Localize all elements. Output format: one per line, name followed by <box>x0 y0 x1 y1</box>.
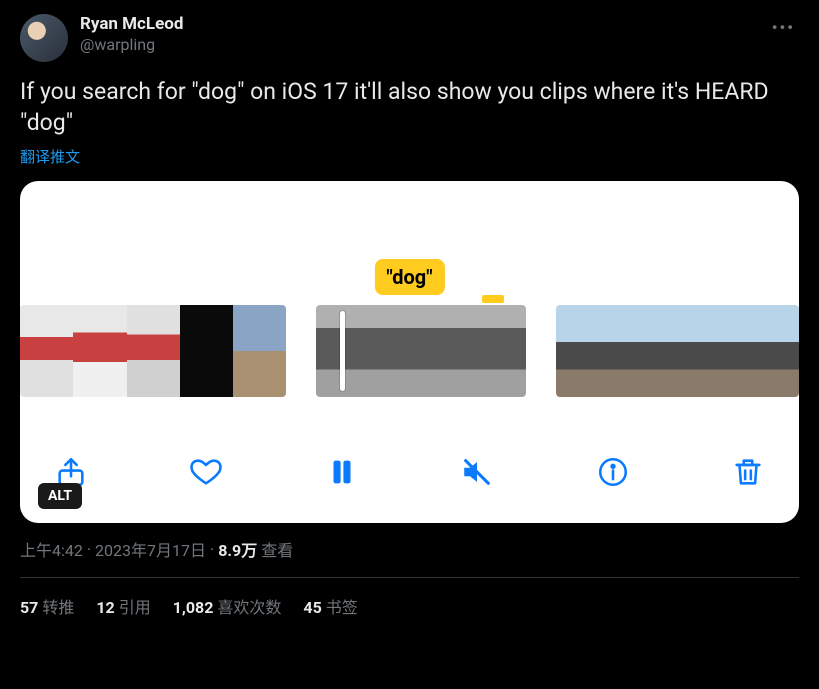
clip-frame <box>127 305 180 397</box>
author-block[interactable]: Ryan McLeod @warpling <box>80 14 183 55</box>
views-label: 查看 <box>261 537 293 561</box>
handle: @warpling <box>80 35 183 55</box>
media-toolbar <box>20 443 799 501</box>
clip-frame <box>653 305 702 397</box>
clip-group[interactable] <box>20 305 286 397</box>
tweet-date: 2023年7月17日 <box>95 537 206 561</box>
caption-chip: "dog" <box>374 259 444 295</box>
quotes-label: 引用 <box>119 598 151 617</box>
info-icon[interactable] <box>596 455 630 489</box>
translate-link[interactable]: 翻译推文 <box>20 146 80 167</box>
tweet-text: If you search for "dog" on iOS 17 it'll … <box>20 76 799 138</box>
clip-frame <box>180 305 233 397</box>
tweet-time: 上午4:42 <box>20 537 83 561</box>
scrubber-handle[interactable] <box>340 311 345 391</box>
clip-group[interactable] <box>316 305 526 397</box>
playhead-marker <box>482 295 504 303</box>
clip-group[interactable] <box>556 305 799 397</box>
tweet-meta[interactable]: 上午4:42 · 2023年7月17日 · 8.9万 查看 <box>20 537 799 561</box>
clip-frame <box>316 305 386 397</box>
retweets-count: 57 <box>20 598 38 617</box>
quotes-count: 12 <box>96 598 114 617</box>
tweet-header: Ryan McLeod @warpling ••• <box>20 14 799 62</box>
bookmarks-count: 45 <box>303 598 321 617</box>
clip-frame <box>73 305 126 397</box>
more-icon[interactable]: ••• <box>768 14 799 41</box>
video-filmstrip[interactable] <box>20 305 799 397</box>
clip-frame <box>605 305 654 397</box>
stat-quotes[interactable]: 12 引用 <box>96 594 150 618</box>
pause-icon[interactable] <box>325 455 359 489</box>
divider <box>20 577 799 578</box>
clip-frame <box>750 305 799 397</box>
stat-retweets[interactable]: 57转推 <box>20 594 74 618</box>
clip-frame <box>702 305 751 397</box>
alt-badge[interactable]: ALT <box>38 483 82 509</box>
stat-bookmarks[interactable]: 45 书签 <box>303 594 357 618</box>
meta-sep: · <box>210 540 214 559</box>
mute-icon[interactable] <box>460 455 494 489</box>
trash-icon[interactable] <box>731 455 765 489</box>
likes-count: 1,082 <box>173 598 214 617</box>
avatar[interactable] <box>20 14 68 62</box>
stat-likes[interactable]: 1,082喜欢次数 <box>173 594 282 618</box>
heart-icon[interactable] <box>189 455 223 489</box>
clip-frame <box>233 305 286 397</box>
display-name: Ryan McLeod <box>80 14 183 35</box>
views-count: 8.9万 <box>218 537 257 561</box>
tweet-stats: 57转推 12 引用 1,082喜欢次数 45 书签 <box>20 594 799 618</box>
bookmarks-label: 书签 <box>326 598 358 617</box>
clip-frame <box>456 305 526 397</box>
clip-frame <box>20 305 73 397</box>
meta-sep: · <box>87 540 91 559</box>
media-card[interactable]: "dog" <box>20 181 799 523</box>
retweets-label: 转推 <box>42 598 74 617</box>
clip-frame <box>556 305 605 397</box>
likes-label: 喜欢次数 <box>217 598 281 617</box>
clip-frame <box>386 305 456 397</box>
